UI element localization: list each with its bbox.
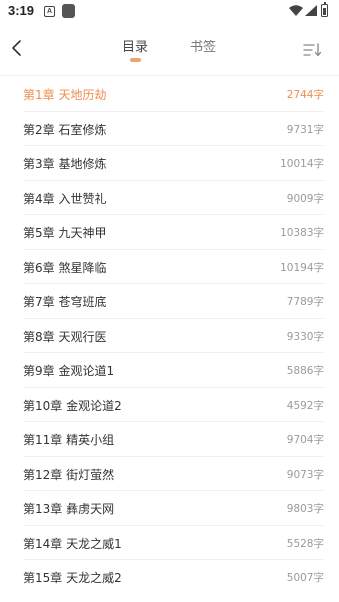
chapter-row[interactable]: 第11章 精英小组 9704字 [23,422,324,457]
chapter-word-count: 9704字 [286,434,324,446]
chapter-title: 第13章 彝虏天网 [23,502,115,516]
signal-icon [305,5,317,16]
chapter-title: 第3章 基地修炼 [23,157,107,171]
chapter-row[interactable]: 第7章 苍穹班底 7789字 [23,284,324,319]
chapter-row[interactable]: 第5章 九天神甲 10383字 [23,215,324,250]
chapter-title: 第1章 天地历劫 [23,88,107,102]
status-bar: 3:19 A [0,0,339,24]
chapter-row[interactable]: 第8章 天观行医 9330字 [23,319,324,353]
chapter-row[interactable]: 第2章 石室修炼 9731字 [23,112,324,146]
status-time: 3:19 [8,3,35,18]
chapter-title: 第9章 金观论道1 [23,364,115,378]
notification-a-icon: A [44,6,55,17]
chapter-word-count: 10383字 [280,227,324,239]
tab-bookmarks[interactable]: 书签 [190,36,216,55]
chapter-word-count: 9073字 [286,468,324,481]
chapter-title: 第8章 天观行医 [23,329,107,344]
chapter-title: 第15章 天龙之威2 [23,571,122,585]
chapter-row[interactable]: 第13章 彝虏天网 9803字 [23,491,324,526]
chapter-title: 第5章 九天神甲 [23,226,107,240]
chapter-title: 第7章 苍穹班底 [23,295,107,309]
active-tab-indicator [130,58,141,62]
chapter-list: 第1章 天地历劫 2744字 第2章 石室修炼 9731字 第3章 基地修炼 1… [0,77,339,595]
chapter-row[interactable]: 第3章 基地修炼 10014字 [23,146,324,181]
chapter-word-count: 10194字 [280,261,324,274]
chapter-row[interactable]: 第14章 天龙之威1 5528字 [23,526,324,560]
header: 目录 书签 [0,26,339,76]
chapter-word-count: 9803字 [286,503,324,515]
chapter-title: 第10章 金观论道2 [23,398,122,413]
chapter-title: 第12章 街灯萤然 [23,467,115,482]
chapter-word-count: 7789字 [286,296,324,308]
chapter-title: 第6章 煞星降临 [23,260,107,275]
chapter-word-count: 9330字 [286,330,324,343]
battery-icon [321,2,328,17]
chapter-title: 第14章 天龙之威1 [23,536,122,551]
chapter-row[interactable]: 第10章 金观论道2 4592字 [23,388,324,422]
chapter-word-count: 5007字 [286,572,324,584]
notification-app-icon [62,4,75,18]
chapter-row[interactable]: 第9章 金观论道1 5886字 [23,353,324,388]
chapter-row[interactable]: 第4章 入世赞礼 9009字 [23,181,324,215]
chapter-row[interactable]: 第6章 煞星降临 10194字 [23,250,324,284]
chapter-title: 第11章 精英小组 [23,433,115,447]
chapter-word-count: 9009字 [286,192,324,205]
chapter-title: 第2章 石室修炼 [23,122,107,137]
chapter-word-count: 10014字 [280,158,324,170]
chapter-row[interactable]: 第15章 天龙之威2 5007字 [23,560,324,595]
chapter-word-count: 5528字 [286,537,324,550]
header-divider [0,75,339,76]
chapter-word-count: 5886字 [286,365,324,377]
chapter-row[interactable]: 第1章 天地历劫 2744字 [23,77,324,112]
chapter-word-count: 4592字 [286,399,324,412]
back-icon[interactable] [6,36,28,60]
sort-icon[interactable] [302,42,324,58]
chapter-row[interactable]: 第12章 街灯萤然 9073字 [23,457,324,491]
tab-catalog[interactable]: 目录 [122,36,148,55]
chapter-catalog-screen: 3:19 A 目录 书签 第1章 天地历劫 2744字 第2章 石室修炼 973… [0,0,339,602]
chapter-word-count: 9731字 [286,123,324,136]
wifi-icon [289,5,303,16]
chapter-word-count: 2744字 [286,89,324,101]
chapter-title: 第4章 入世赞礼 [23,191,107,206]
